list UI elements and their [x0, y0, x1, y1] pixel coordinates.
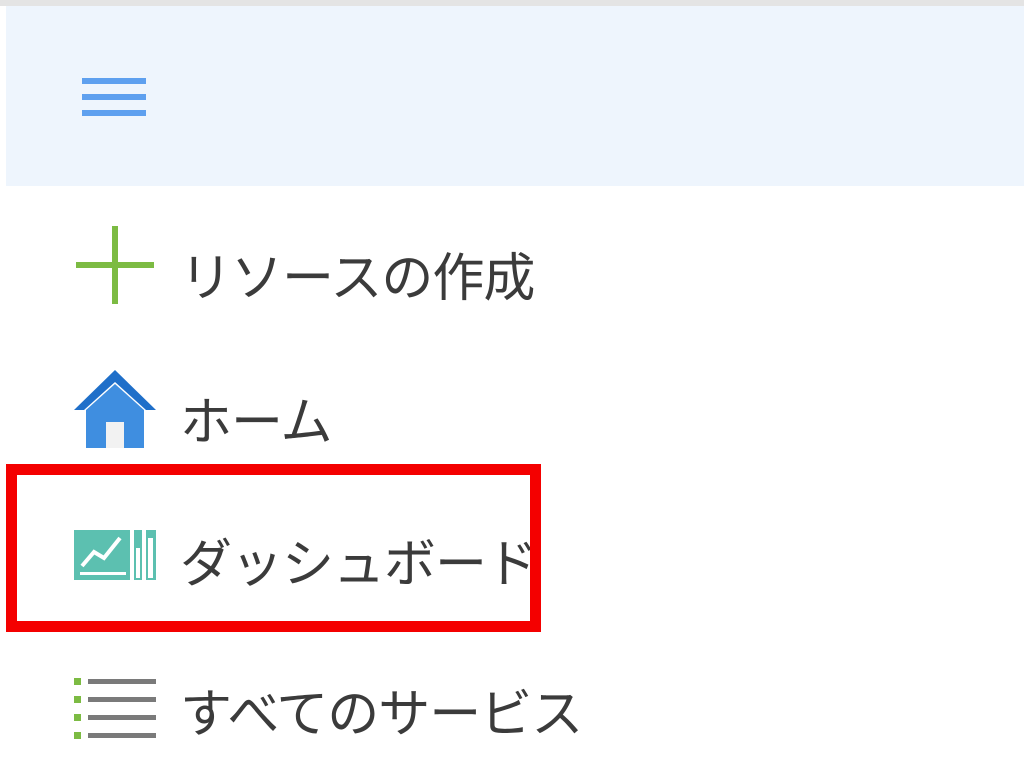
nav-item-label: ダッシュボード — [180, 535, 538, 595]
nav-item-home[interactable]: ホーム — [0, 346, 640, 476]
hamburger-bar — [82, 94, 146, 100]
hamburger-bar — [82, 78, 146, 84]
plus-icon — [76, 226, 154, 304]
nav-item-label: リソースの作成 — [180, 249, 535, 309]
nav-item-label: すべてのサービス — [180, 685, 583, 745]
nav-item-all-services[interactable]: すべてのサービス — [0, 646, 640, 776]
menu-header — [6, 6, 1024, 186]
nav-item-label: ホーム — [180, 393, 332, 453]
dashboard-icon — [74, 530, 156, 580]
hamburger-bar — [82, 110, 146, 116]
home-icon — [74, 370, 156, 448]
nav-item-create-resource[interactable]: リソースの作成 — [0, 194, 640, 324]
nav-item-dashboard[interactable]: ダッシュボード — [0, 486, 640, 616]
list-icon — [74, 678, 156, 739]
hamburger-menu-icon[interactable] — [76, 64, 154, 130]
